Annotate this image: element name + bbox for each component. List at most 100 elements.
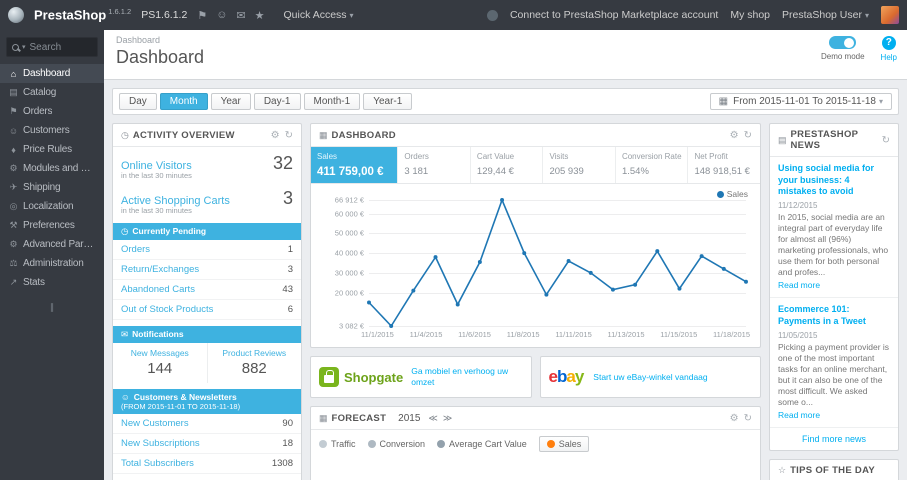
sidebar-item-stats[interactable]: ↗ Stats [0,273,104,292]
gear-icon[interactable]: ⚙ [271,130,280,141]
previous-year-icon[interactable]: ≪ [428,413,437,424]
cell-link[interactable]: New Messages [117,348,203,358]
period-month-button[interactable]: Month [159,93,208,110]
notification-new-messages: New Messages 144 [113,343,207,383]
sidebar-item-preferences[interactable]: ⚒ Preferences [0,216,104,235]
kpi-tab-sales[interactable]: Sales 411 759,00 € [311,147,399,183]
localization-icon: ◎ [9,201,18,211]
refresh-icon[interactable]: ↻ [744,130,752,141]
kpi-tab-cart-value[interactable]: Cart Value 129,44 € [471,147,544,183]
next-year-icon[interactable]: ≫ [443,413,452,424]
kpi-tab-conversion-rate[interactable]: Conversion Rate 1.54% [616,147,689,183]
date-range-picker[interactable]: ▦ From 2015-11-01 To 2015-11-18 ▾ [709,93,892,110]
search-input[interactable] [29,41,86,53]
y-axis-tick: 30 000 € [334,268,364,278]
my-shop-link[interactable]: My shop [730,9,770,21]
help-button[interactable]: ? Help [881,36,897,62]
row-link[interactable]: Out of Stock Products [121,304,213,315]
sidebar-item-administration[interactable]: ⚖ Administration [0,254,104,273]
help-label: Help [880,53,897,62]
read-more-link[interactable]: Read more [778,410,820,420]
sidebar-item-orders[interactable]: ⚑ Orders [0,102,104,121]
legend-conversion[interactable]: Conversion [367,439,425,449]
panel-tools: ⚙ ↻ [725,129,752,141]
envelope-icon[interactable]: ✉ [236,9,245,22]
toggle-on-icon[interactable] [829,36,857,49]
legend-sales[interactable]: Sales [538,436,590,452]
x-axis-tick: 11/15/2015 [660,330,698,339]
flag-icon[interactable]: ⚑ [197,9,207,22]
quick-access-menu[interactable]: Quick Access ▾ [284,9,354,21]
read-more-link[interactable]: Read more [778,280,820,290]
clock-icon: ◷ [121,226,129,236]
demo-mode-toggle[interactable]: Demo mode [821,36,865,62]
marketplace-link[interactable]: Connect to PrestaShop Marketplace accoun… [510,9,718,21]
refresh-icon[interactable]: ↻ [285,130,293,141]
legend-label: Sales [558,439,582,449]
sidebar-item-advanced-parameters[interactable]: ⚙ Advanced Parameters [0,235,104,254]
period-year-1-button[interactable]: Year-1 [363,93,413,110]
find-more-news-link[interactable]: Find more news [770,428,898,450]
kpi-tab-orders[interactable]: Orders 3 181 [398,147,471,183]
column-right: ▤ PRESTASHOP NEWS ↻ Using social media f… [769,123,899,480]
cell-link[interactable]: Product Reviews [212,348,298,358]
sidebar-item-shipping[interactable]: ✈ Shipping [0,178,104,197]
person-icon[interactable]: ☺ [216,9,227,22]
legend-label: Sales [726,189,748,199]
row-link[interactable]: Abandoned Carts [121,284,195,295]
period-day-1-button[interactable]: Day-1 [253,93,301,110]
gear-icon[interactable]: ⚙ [730,130,739,141]
avatar[interactable] [881,6,899,24]
shop-name[interactable]: PS1.6.1.2 [141,9,187,21]
online-visitors-value: 32 [272,153,293,173]
row-value: 6 [287,304,293,315]
shopgate-ad: Shopgate Ga mobiel en verhoog uw omzet [310,356,532,398]
legend-average-cart-value[interactable]: Average Cart Value [437,439,527,449]
dashboard-icon: ⌂ [10,68,17,79]
ebay-link[interactable]: Start uw eBay-winkel vandaag [593,372,707,383]
period-month-1-button[interactable]: Month-1 [303,93,361,110]
article-title-link[interactable]: Using social media for your business: 4 … [778,163,890,198]
kpi-label: Sales [317,152,338,161]
brand-version: 1.6.1.2 [108,7,132,17]
sales-line-svg [367,200,748,328]
breadcrumb[interactable]: Dashboard [116,35,895,45]
pending-row-abandoned-carts: Abandoned Carts 43 [113,280,301,300]
sidebar-item-catalog[interactable]: ▤ Catalog [0,83,104,102]
sales-chart: Sales 66 912 € 60 000 € 50 000 € 40 000 … [311,184,760,347]
sidebar-item-price-rules[interactable]: ♦ Price Rules [0,140,104,159]
dot-icon [437,440,446,448]
row-link[interactable]: New Customers [121,418,189,429]
refresh-icon[interactable]: ↻ [744,413,752,424]
chart-legend[interactable]: Sales [716,189,748,199]
customers-newsletters-header: ☺ Customers & Newsletters (FROM 2015-11-01… [113,389,301,414]
period-day-button[interactable]: Day [119,93,157,110]
article-title-link[interactable]: Ecommerce 101: Payments in a Tweet [778,304,890,327]
user-menu[interactable]: PrestaShop User ▾ [782,9,869,21]
kpi-label: Visits [549,152,569,161]
period-year-button[interactable]: Year [210,93,251,110]
star-icon[interactable]: ★ [255,9,265,22]
sidebar-item-modules[interactable]: ⚙ Modules and Services [0,159,104,178]
dot-icon [319,440,327,448]
gear-icon[interactable]: ⚙ [730,413,739,424]
row-link[interactable]: New Subscriptions [121,438,200,449]
chevron-down-icon[interactable]: ▾ [22,43,26,51]
kpi-tab-net-profit[interactable]: Net Profit 148 918,51 € [688,147,760,183]
sidebar-item-dashboard[interactable]: ⌂ Dashboard [0,64,104,83]
sidebar-item-customers[interactable]: ☺ Customers [0,121,104,140]
dot-icon [367,440,376,448]
shopgate-link[interactable]: Ga mobiel en verhoog uw omzet [411,366,522,387]
kpi-tab-visits[interactable]: Visits 205 939 [543,147,616,183]
refresh-icon[interactable]: ↻ [882,135,890,146]
sidebar-collapse-button[interactable]: ∥ [0,292,104,323]
row-link[interactable]: Return/Exchanges [121,264,199,275]
row-link[interactable]: Total Subscribers [121,458,194,469]
legend-traffic[interactable]: Traffic [319,439,356,449]
article-date: 11/05/2015 [778,330,818,340]
row-link[interactable]: Orders [121,244,150,255]
sidebar-item-localization[interactable]: ◎ Localization [0,197,104,216]
kpi-value: 3 181 [404,166,429,177]
customers-row-total-subscribers: Total Subscribers 1308 [113,454,301,474]
sidebar-item-label: Orders [23,106,53,117]
